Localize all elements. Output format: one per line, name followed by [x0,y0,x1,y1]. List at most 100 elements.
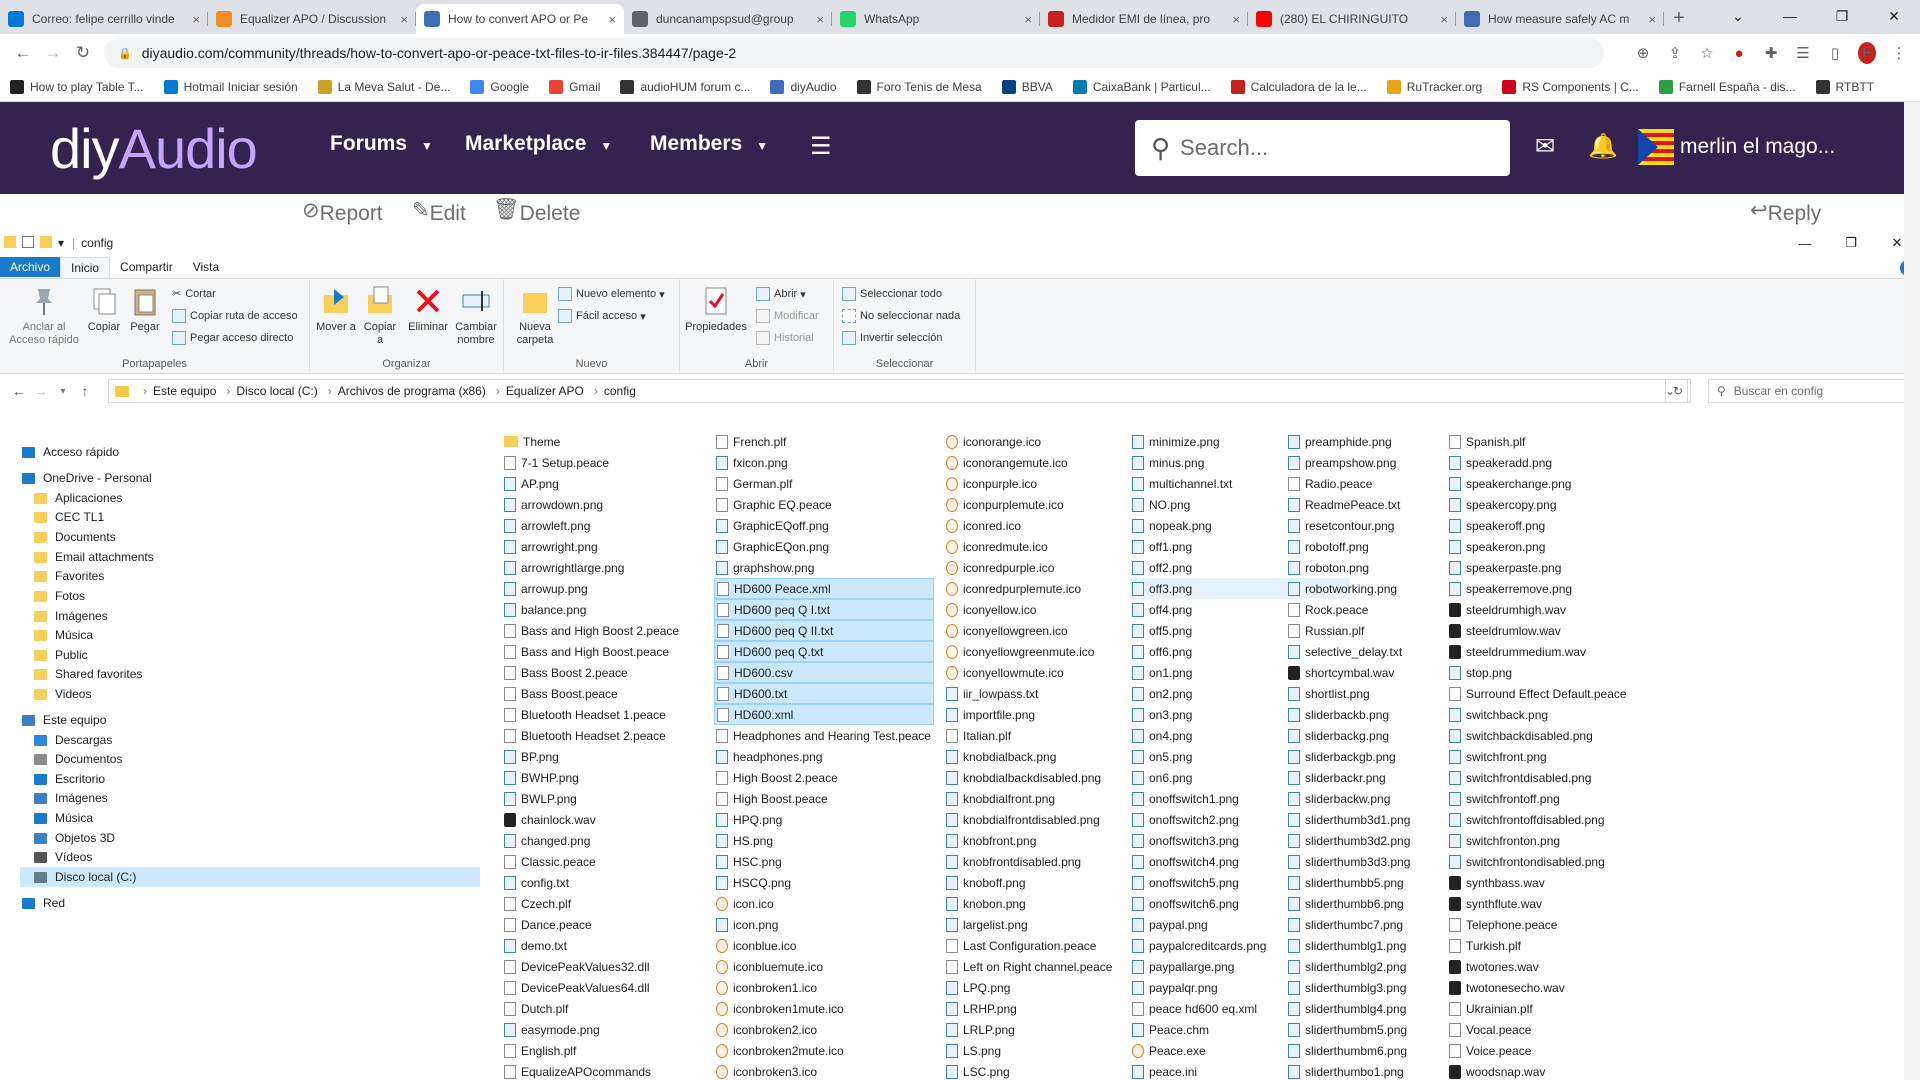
delete-file-button[interactable]: Eliminar [406,285,450,334]
restore-icon[interactable]: ❐ [1816,0,1868,32]
properties-icon[interactable] [22,236,34,248]
close-tab-icon[interactable]: × [816,12,824,27]
copy-to-button[interactable]: Copiar a [360,285,400,347]
address-bar[interactable]: 🔒 diyaudio.com/community/threads/how-to-… [104,38,1604,68]
file-item[interactable]: speakerpaste.png [1447,557,1667,578]
copy-button[interactable]: Copiar [84,285,124,334]
file-item[interactable]: Graphic EQ.peace [714,494,934,515]
nav-members[interactable]: Members ▼ [650,132,768,156]
file-item[interactable]: arrowup.png [502,578,722,599]
nav-item[interactable]: Música [34,808,93,828]
file-item[interactable]: Turkish.plf [1447,935,1667,956]
file-item[interactable]: arrowright.png [502,536,722,557]
profile-avatar[interactable]: F [1858,42,1876,64]
browser-tab[interactable]: (280) EL CHIRINGUITO × [1248,4,1456,34]
select-all-button[interactable]: Seleccionar todo [842,287,942,301]
select-none-button[interactable]: No seleccionar nada [842,309,960,323]
history-button[interactable]: Historial [756,331,814,345]
file-item[interactable]: Headphones and Hearing Test.peace [714,725,934,746]
file-item[interactable]: iconbroken2.ico [714,1019,934,1040]
file-item[interactable]: switchfrontdisabled.png [1447,767,1667,788]
new-folder-button[interactable]: Nueva carpeta [510,285,560,347]
file-item[interactable]: switchback.png [1447,704,1667,725]
file-item[interactable]: DevicePeakValues32.dll [502,956,722,977]
share-icon[interactable]: ⇪ [1666,44,1684,62]
nav-forums[interactable]: Forums ▼ [330,132,433,156]
nav-item[interactable]: Documents [34,527,116,547]
browser-tab[interactable]: Correo: felipe cerrillo vinde × [0,4,208,34]
file-item[interactable]: HD600 peq Q II.txt [714,620,934,641]
file-item[interactable]: GraphicEQoff.png [714,515,934,536]
file-item[interactable]: Classic.peace [502,851,722,872]
cut-button[interactable]: ✂ Cortar [172,287,216,301]
folder-item[interactable]: Theme [502,431,722,452]
paste-button[interactable]: Pegar [126,285,164,334]
file-item[interactable]: steeldrumhigh.wav [1447,599,1667,620]
list-menu-icon[interactable]: ☰ [810,132,832,161]
reply-button[interactable]: ↩ Reply [1750,198,1821,225]
file-item[interactable]: French.plf [714,431,934,452]
file-item[interactable]: BWLP.png [502,788,722,809]
minimize-icon[interactable]: — [1764,0,1816,32]
close-tab-icon[interactable]: × [400,12,408,27]
breadcrumb-item[interactable]: Archivos de programa (x86) [338,384,486,398]
file-item[interactable]: iconbluemute.ico [714,956,934,977]
file-item[interactable]: HD600 peq Q.txt [714,641,934,662]
tab-search-icon[interactable]: ⌄ [1712,0,1764,32]
nav-item[interactable]: Disco local (C:) [20,867,480,887]
bookmark-item[interactable]: Farnell España - dis... [1658,79,1796,94]
file-item[interactable]: icon.png [714,914,934,935]
browser-tab[interactable]: How measure safely AC m × [1456,4,1664,34]
file-item[interactable]: DevicePeakValues64.dll [502,977,722,998]
file-item[interactable]: steeldrummedium.wav [1447,641,1667,662]
back-icon[interactable]: ← [8,43,38,63]
close-window-icon[interactable]: ✕ [1868,0,1920,32]
file-item[interactable]: Dutch.plf [502,998,722,1019]
file-item[interactable]: GraphicEQon.png [714,536,934,557]
nav-item[interactable]: Aplicaciones [34,488,122,508]
file-item[interactable]: arrowleft.png [502,515,722,536]
bookmark-item[interactable]: RTBTT [1815,79,1874,94]
easy-access-button[interactable]: Fácil acceso ▾ [558,309,646,323]
nav-item[interactable]: Música [34,625,93,645]
file-item[interactable]: switchfrontondisabled.png [1447,851,1667,872]
recent-dropdown-icon[interactable]: ▾ [52,386,74,397]
bookmark-star-icon[interactable]: ☆ [1698,44,1716,62]
reading-list-icon[interactable]: ☰ [1794,44,1812,62]
zoom-icon[interactable]: ⊕ [1634,44,1652,62]
file-item[interactable]: switchfront.png [1447,746,1667,767]
breadcrumb-item[interactable]: Disco local (C:) [236,384,317,398]
breadcrumb-item[interactable]: Equalizer APO [506,384,584,398]
paste-shortcut-button[interactable]: Pegar acceso directo [172,331,293,345]
file-item[interactable]: synthflute.wav [1447,893,1667,914]
file-item[interactable]: HSC.png [714,851,934,872]
new-tab-button[interactable]: + [1664,4,1694,34]
file-item[interactable]: Telephone.peace [1447,914,1667,935]
browser-tab[interactable]: WhatsApp × [832,4,1040,34]
file-item[interactable]: twotonesecho.wav [1447,977,1667,998]
file-item[interactable]: 7-1 Setup.peace [502,452,722,473]
nav-item[interactable]: OneDrive - Personal [22,468,152,488]
file-item[interactable]: iconblue.ico [714,935,934,956]
forward-icon[interactable]: → [38,43,68,63]
file-item[interactable]: HD600 Peace.xml [714,578,934,599]
file-item[interactable]: High Boost 2.peace [714,767,934,788]
file-item[interactable]: speakeradd.png [1447,452,1667,473]
file-item[interactable]: speakeron.png [1447,536,1667,557]
nav-item[interactable]: Descargas [34,730,112,750]
file-item[interactable]: iconbroken1mute.ico [714,998,934,1019]
browser-tab[interactable]: Medidor EMI de línea, pro × [1040,4,1248,34]
close-tab-icon[interactable]: × [1648,12,1656,27]
file-item[interactable]: BP.png [502,746,722,767]
bookmark-item[interactable]: Hotmail Iniciar sesión [163,79,298,94]
file-item[interactable]: iconbroken1.ico [714,977,934,998]
file-item[interactable]: speakerremove.png [1447,578,1667,599]
file-item[interactable]: Dance.peace [502,914,722,935]
lock-icon[interactable]: 🔒 [118,47,132,60]
file-item[interactable]: arrowdown.png [502,494,722,515]
bookmark-item[interactable]: diyAudio [770,79,837,94]
site-search-input[interactable]: ⚲ Search... [1135,120,1510,176]
folder-search-input[interactable]: ⚲ Buscar en config [1708,379,1908,403]
bookmark-item[interactable]: audioHUM forum c... [620,79,750,94]
nav-item[interactable]: Imágenes [34,788,108,808]
